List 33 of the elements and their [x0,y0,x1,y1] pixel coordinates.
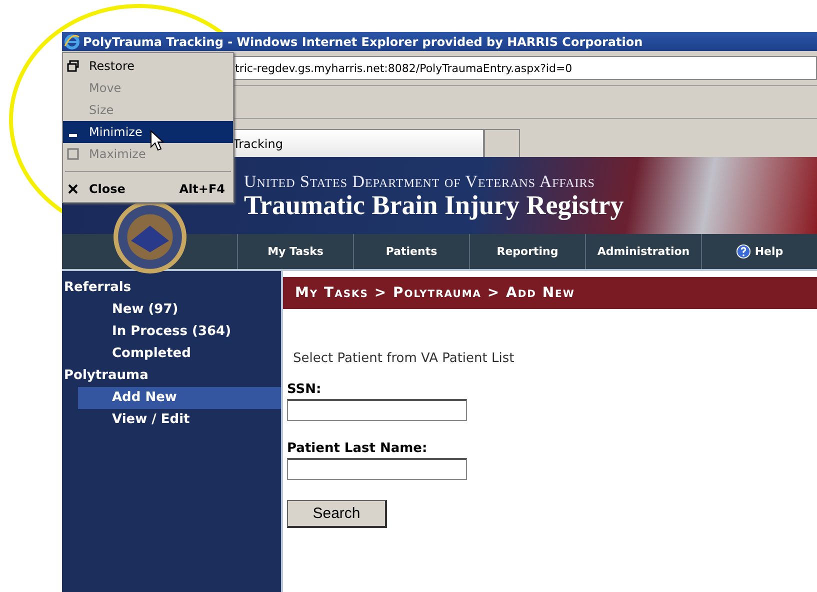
menu-item[interactable]: Restore [63,55,233,77]
breadcrumb: My Tasks > Polytrauma > Add New [283,277,817,309]
sidebar-heading: Polytrauma [63,367,150,385]
restore-icon [67,60,79,72]
field-label: Patient Last Name: [287,441,428,456]
agency-name: United States Department of Veterans Affairs [244,172,596,190]
registry-title: Traumatic Brain Injury Registry [244,190,625,218]
window-title: PolyTrauma Tracking - Windows Internet Explorer provided by HARRIS Corporation [83,34,643,48]
menu-item[interactable]: Minimize [63,121,233,143]
nav-tab[interactable]: Patients [353,234,469,269]
browser-logo-icon [64,34,80,50]
minimize-icon [69,134,77,136]
sidebar-item[interactable]: Completed [78,343,281,365]
menu-item[interactable]: Close Alt+F4 [63,178,233,200]
close-icon [67,183,79,195]
sidebar-heading: Referrals [63,279,132,297]
nav-tab[interactable]: Administration [585,234,701,269]
sidebar-item[interactable]: View / Edit [78,409,281,431]
maximize-icon [67,148,79,160]
sidebar-item[interactable]: Add New [78,387,281,409]
nav-tab[interactable]: Help [701,234,817,269]
shortcut-label: Alt+F4 [179,182,225,196]
search-button[interactable]: Search [287,500,387,528]
help-icon [736,244,751,259]
nav-tab[interactable]: My Tasks [237,234,353,269]
fieldset-legend: Select Patient from VA Patient List [287,351,817,366]
input-field[interactable] [287,399,467,421]
sidebar-item[interactable]: In Process (364) [78,321,281,343]
field-label: SSN: [287,382,322,397]
sidebar-item[interactable]: New (97) [78,299,281,321]
nav-tab[interactable]: Reporting [469,234,585,269]
input-field[interactable] [287,458,467,480]
mouse-pointer-icon [150,130,166,152]
